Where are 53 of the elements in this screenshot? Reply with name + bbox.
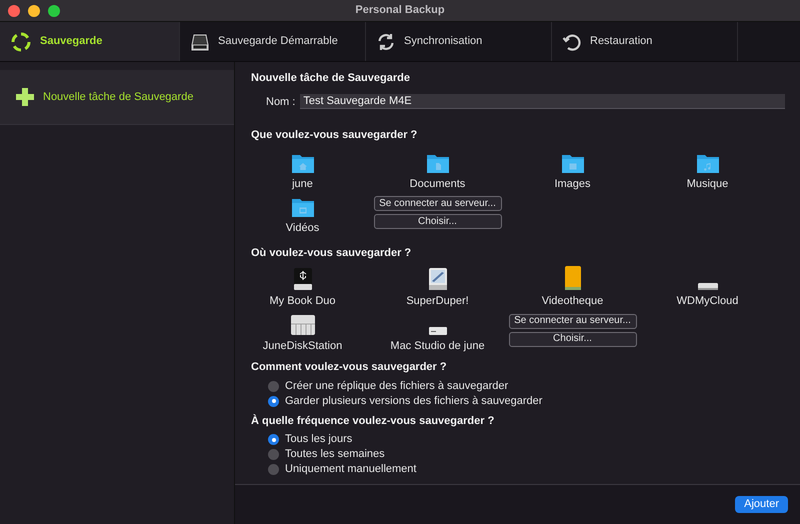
- item-label[interactable]: JuneDiskStation: [262, 338, 342, 354]
- item-label[interactable]: WDMyCloud: [676, 293, 738, 310]
- tab[interactable]: Sauvegarde: [0, 22, 180, 61]
- usb-drive-icon: [292, 267, 314, 291]
- item-label[interactable]: Mac Studio de june: [390, 338, 485, 354]
- sync-icon: [376, 32, 396, 52]
- maximize-icon[interactable]: [48, 4, 60, 16]
- item-label[interactable]: Documents: [410, 176, 466, 192]
- section-heading: À quelle fréquence voulez-vous sauvegarder ?: [251, 413, 496, 428]
- radio-label: Garder plusieurs versions des fichiers à sauvegarder: [285, 394, 542, 409]
- small-button[interactable]: Choisir...: [374, 214, 502, 229]
- desktop-computer-icon: [428, 326, 448, 336]
- radio-label: Uniquement manuellement: [285, 462, 416, 478]
- radio-button[interactable]: [268, 396, 279, 406]
- item-label[interactable]: Videotheque: [542, 293, 604, 310]
- tab[interactable]: Sauvegarde Démarrable: [180, 22, 366, 61]
- section-heading: Comment voulez-vous sauvegarder ?: [251, 360, 448, 375]
- section-heading: Où voulez-vous sauvegarder ?: [250, 246, 412, 260]
- window-title: Personal Backup: [355, 3, 445, 18]
- radio-label: Créer une réplique des fichiers à sauvegarder: [285, 378, 508, 394]
- restore-icon: [562, 32, 582, 52]
- folder-icon: [290, 196, 314, 218]
- radio-button[interactable]: [268, 449, 279, 460]
- section-heading: Nouvelle tâche de Sauvegarde: [251, 71, 411, 86]
- radio-label: Tous les jours: [285, 432, 352, 448]
- radio-button[interactable]: [268, 464, 279, 475]
- minimize-icon[interactable]: [28, 4, 40, 16]
- tab[interactable]: Synchronisation: [366, 22, 552, 61]
- close-icon[interactable]: [8, 4, 20, 16]
- item-label[interactable]: Vidéos: [286, 220, 320, 236]
- radio-button[interactable]: [268, 434, 279, 445]
- disk-image-icon: [426, 267, 448, 291]
- item-label[interactable]: june: [292, 176, 313, 192]
- plus-icon: [15, 87, 35, 107]
- small-button[interactable]: Se connecter au serveur...: [508, 314, 636, 328]
- section-heading: Que voulez-vous sauvegarder ?: [251, 128, 418, 143]
- item-label[interactable]: Musique: [686, 176, 728, 192]
- dashed-ring-icon: [10, 30, 32, 52]
- mini-computer-icon: [696, 281, 718, 291]
- add-button[interactable]: Ajouter: [735, 496, 788, 513]
- item-label[interactable]: My Book Duo: [269, 293, 336, 310]
- radio-button[interactable]: [268, 380, 279, 392]
- name-field[interactable]: Test Sauvegarde M4E: [300, 94, 785, 110]
- nas-icon: [290, 314, 316, 336]
- small-button[interactable]: Choisir...: [508, 332, 636, 346]
- drive-icon: [190, 32, 210, 52]
- small-button[interactable]: Se connecter au serveur...: [374, 196, 502, 211]
- item-label[interactable]: SuperDuper!: [406, 293, 469, 310]
- tab[interactable]: Restauration: [552, 22, 738, 61]
- radio-label: Toutes les semaines: [285, 447, 385, 462]
- sidebar-item[interactable]: Nouvelle tâche de Sauvegarde: [0, 70, 234, 125]
- item-label[interactable]: Images: [554, 176, 591, 192]
- name-label: Nom :: [266, 94, 296, 110]
